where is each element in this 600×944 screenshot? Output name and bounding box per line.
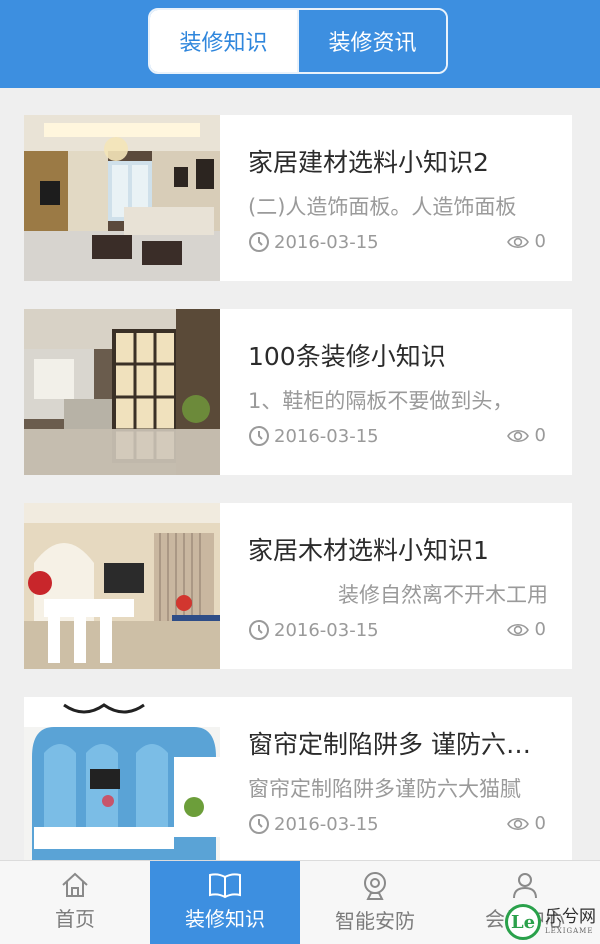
article-summary: (二)人造饰面板。人造饰面板 bbox=[248, 195, 517, 219]
home-icon bbox=[62, 872, 88, 897]
segmented-control: 装修知识 装修资讯 bbox=[148, 8, 448, 74]
bottom-tab-bar: 首页 装修知识 智能安防 会员中心 Le 乐兮网 LEXIGAME bbox=[0, 860, 600, 944]
article-views: 0 bbox=[506, 619, 546, 640]
article-card[interactable]: 100条装修小知识 1、鞋柜的隔板不要做到头， 2016-03-15 0 bbox=[24, 309, 572, 475]
article-thumbnail bbox=[24, 309, 220, 475]
tab-decoration-knowledge-nav[interactable]: 装修知识 bbox=[150, 861, 300, 944]
article-title: 100条装修小知识 bbox=[248, 342, 446, 371]
article-summary: 装修自然离不开木工用 bbox=[338, 583, 548, 607]
article-thumbnail bbox=[24, 115, 220, 281]
article-card[interactable]: 家居建材选料小知识2 (二)人造饰面板。人造饰面板 2016-03-15 0 bbox=[24, 115, 572, 281]
eye-icon bbox=[506, 235, 529, 248]
article-card[interactable]: 窗帘定制陷阱多 谨防六大猫腻 窗帘定制陷阱多谨防六大猫腻 2016-03-15 … bbox=[24, 697, 572, 863]
article-date: 2016-03-15 bbox=[248, 813, 379, 835]
article-thumbnail bbox=[24, 503, 220, 669]
article-card[interactable]: 家居木材选料小知识1 装修自然离不开木工用 2016-03-15 0 bbox=[24, 503, 572, 669]
tab-decoration-knowledge[interactable]: 装修知识 bbox=[150, 10, 297, 72]
watermark-subtext: LEXIGAME bbox=[545, 927, 594, 935]
clock-icon bbox=[249, 620, 269, 640]
article-title: 窗帘定制陷阱多 谨防六大猫腻 bbox=[248, 730, 548, 759]
tab-smart-security-label: 智能安防 bbox=[335, 909, 415, 933]
tab-decoration-news[interactable]: 装修资讯 bbox=[297, 10, 446, 72]
book-icon bbox=[209, 873, 241, 899]
article-views-count: 0 bbox=[534, 813, 546, 834]
tab-decoration-knowledge-label: 装修知识 bbox=[185, 907, 265, 931]
article-date-text: 2016-03-15 bbox=[274, 813, 379, 835]
article-thumbnail bbox=[24, 697, 220, 863]
clock-icon bbox=[249, 814, 269, 834]
article-date-text: 2016-03-15 bbox=[274, 619, 379, 641]
watermark-text: 乐兮网 bbox=[545, 907, 596, 927]
article-date-text: 2016-03-15 bbox=[274, 231, 379, 253]
article-views: 0 bbox=[506, 813, 546, 834]
article-date: 2016-03-15 bbox=[248, 231, 379, 253]
article-views-count: 0 bbox=[534, 425, 546, 446]
user-icon bbox=[513, 873, 537, 899]
tab-smart-security[interactable]: 智能安防 bbox=[300, 861, 450, 944]
clock-icon bbox=[249, 426, 269, 446]
article-views-count: 0 bbox=[534, 231, 546, 252]
article-date: 2016-03-15 bbox=[248, 619, 379, 641]
article-date-text: 2016-03-15 bbox=[274, 425, 379, 447]
watermark-logo-icon: Le bbox=[505, 904, 541, 940]
article-views-count: 0 bbox=[534, 619, 546, 640]
article-title: 家居木材选料小知识1 bbox=[248, 536, 489, 565]
site-watermark: Le 乐兮网 LEXIGAME bbox=[505, 904, 596, 940]
tab-home[interactable]: 首页 bbox=[0, 861, 150, 944]
article-summary: 1、鞋柜的隔板不要做到头， bbox=[248, 389, 514, 413]
article-summary: 窗帘定制陷阱多谨防六大猫腻 bbox=[248, 777, 521, 801]
article-views: 0 bbox=[506, 425, 546, 446]
article-date: 2016-03-15 bbox=[248, 425, 379, 447]
eye-icon bbox=[506, 429, 529, 442]
tab-home-label: 首页 bbox=[55, 907, 95, 931]
article-title: 家居建材选料小知识2 bbox=[248, 148, 489, 177]
eye-icon bbox=[506, 817, 529, 830]
clock-icon bbox=[249, 232, 269, 252]
header: 装修知识 装修资讯 bbox=[0, 0, 600, 88]
camera-icon bbox=[364, 872, 386, 900]
eye-icon bbox=[506, 623, 529, 636]
article-views: 0 bbox=[506, 231, 546, 252]
